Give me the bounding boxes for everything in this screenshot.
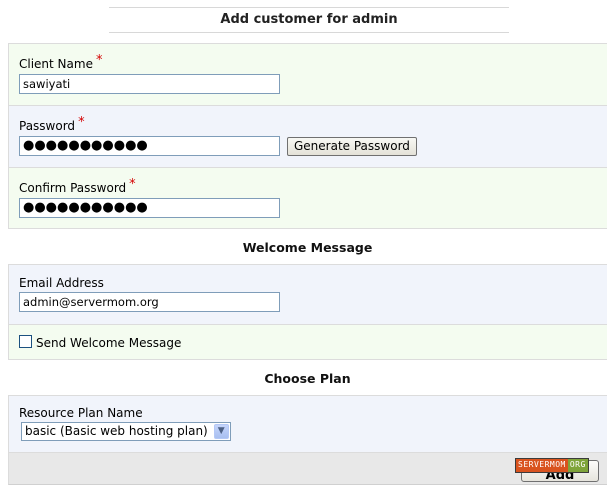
servermom-watermark: SERVERMOM ORG bbox=[515, 458, 589, 473]
client-name-input[interactable]: sawiyati bbox=[19, 74, 280, 94]
page-title: Add customer for admin bbox=[109, 7, 509, 33]
password-input[interactable]: ●●●●●●●●●●● bbox=[19, 136, 280, 156]
send-welcome-label[interactable]: Send Welcome Message bbox=[36, 336, 181, 350]
resource-plan-label: Resource Plan Name bbox=[19, 406, 143, 420]
password-row: Password * ●●●●●●●●●●● Generate Password bbox=[8, 105, 607, 167]
resource-plan-selected: basic (Basic web hosting plan) bbox=[25, 424, 208, 438]
email-label: Email Address bbox=[19, 276, 104, 290]
required-marker: * bbox=[95, 53, 103, 68]
client-name-label: Client Name * bbox=[19, 53, 103, 71]
add-customer-page: Add customer for admin Client Name * sawi… bbox=[0, 0, 607, 485]
resource-plan-select[interactable]: basic (Basic web hosting plan) ▼ bbox=[21, 422, 231, 441]
email-input[interactable]: admin@servermom.org bbox=[19, 292, 280, 312]
resource-plan-row: Resource Plan Name basic (Basic web host… bbox=[8, 395, 607, 452]
required-marker: * bbox=[78, 115, 85, 130]
confirm-password-input[interactable]: ●●●●●●●●●●● bbox=[19, 198, 280, 218]
choose-plan-heading: Choose Plan bbox=[264, 371, 351, 386]
send-welcome-checkbox[interactable] bbox=[19, 335, 32, 348]
password-label: Password * bbox=[19, 115, 85, 133]
client-name-row: Client Name * sawiyati bbox=[8, 43, 607, 105]
required-marker: * bbox=[129, 177, 136, 192]
confirm-password-row: Confirm Password * ●●●●●●●●●●● bbox=[8, 167, 607, 229]
email-row: Email Address admin@servermom.org bbox=[8, 264, 607, 324]
generate-password-button[interactable]: Generate Password bbox=[287, 137, 417, 156]
confirm-password-label: Confirm Password * bbox=[19, 177, 136, 195]
chevron-down-icon[interactable]: ▼ bbox=[213, 424, 229, 439]
send-welcome-row: Send Welcome Message bbox=[8, 324, 607, 360]
welcome-message-heading: Welcome Message bbox=[242, 240, 373, 255]
